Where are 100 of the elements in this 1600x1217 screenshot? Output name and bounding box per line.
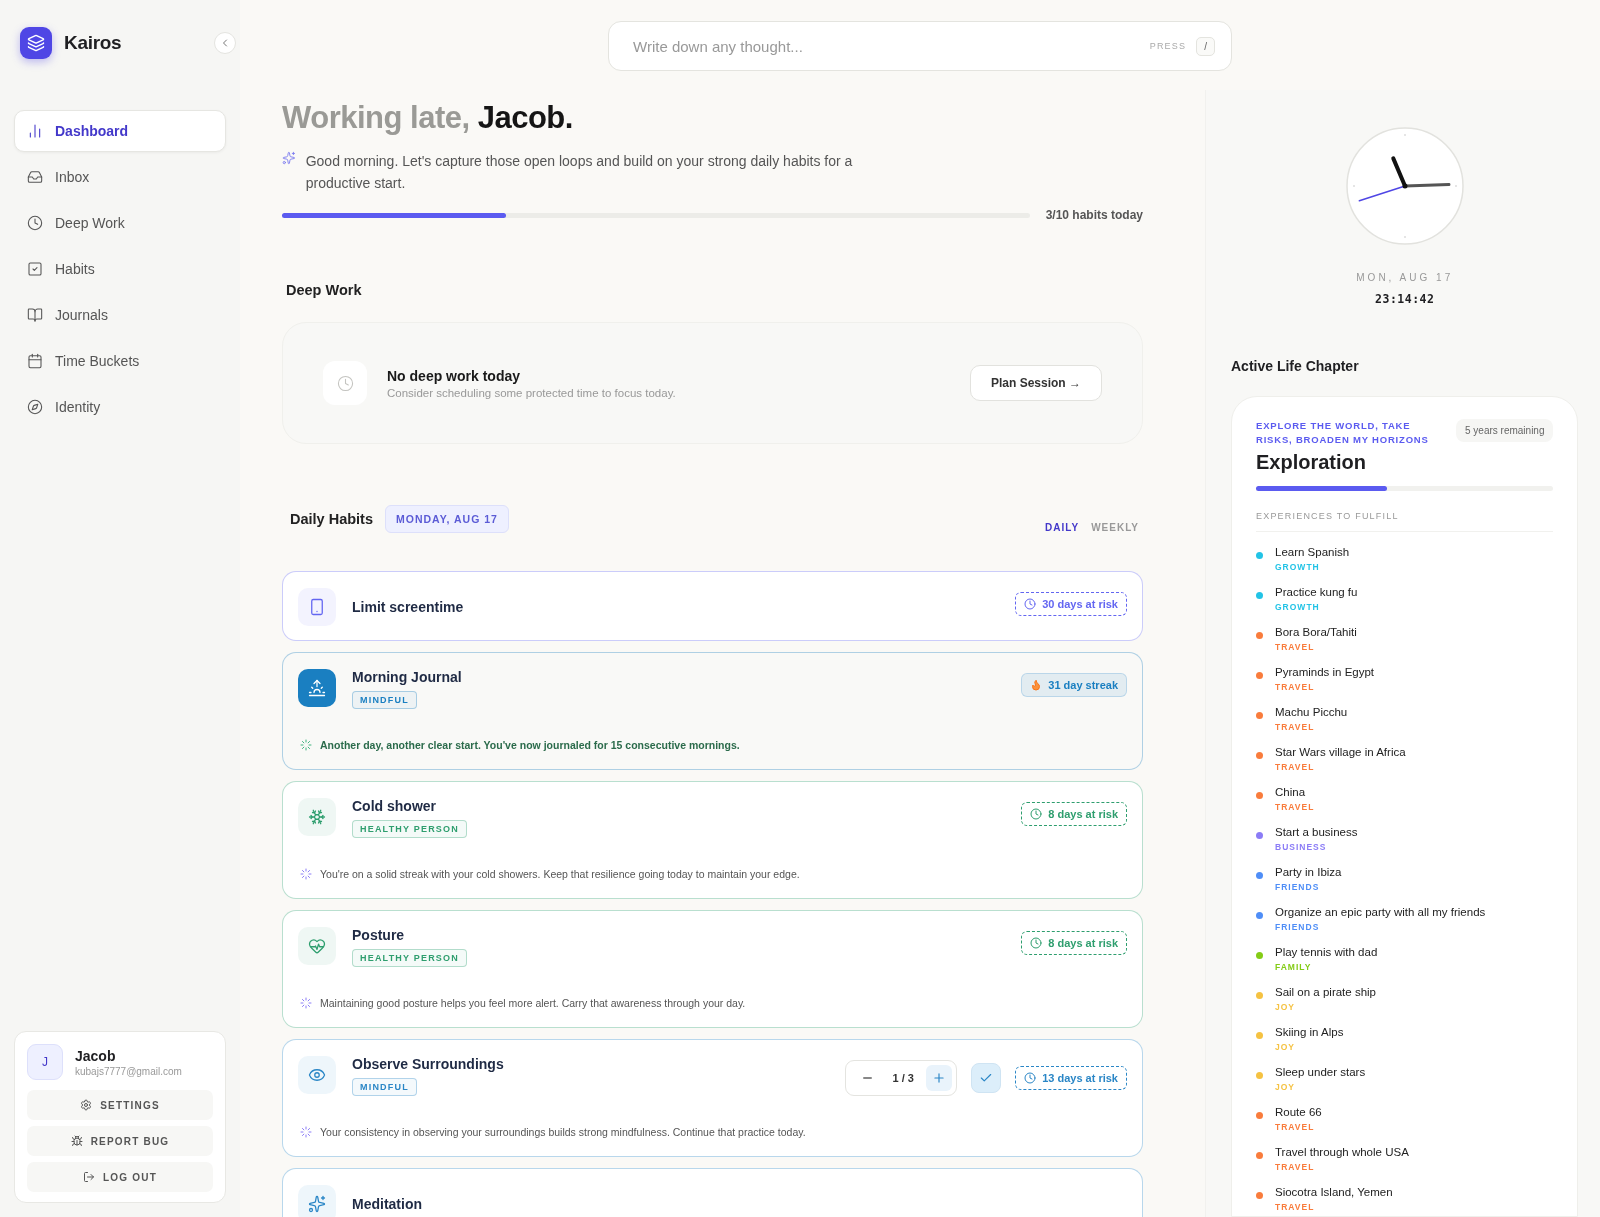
experience-name: China [1275, 786, 1307, 798]
view-tab[interactable]: DAILY [1045, 522, 1080, 533]
clock-time: 23:14:42 [1375, 292, 1435, 306]
experience-category: JOY [1275, 1082, 1296, 1092]
compass-icon [27, 399, 43, 415]
greeting-title: Working late, [282, 100, 470, 135]
habit-title: Meditation [352, 1196, 423, 1212]
sparkles-icon [282, 150, 296, 166]
habit-title: Observe Surroundings [352, 1056, 505, 1072]
experience-category: FRIENDS [1275, 882, 1321, 892]
check-icon [979, 1071, 994, 1085]
clock-icon [27, 215, 43, 231]
progress-label: 3/10 habits today [1045, 208, 1143, 222]
experience-category: GROWTH [1275, 602, 1321, 612]
clock-date: MON, AUG 17 [1356, 272, 1454, 283]
experience-category: FAMILY [1275, 962, 1313, 972]
spark-icon [300, 868, 312, 880]
experience-category: BUSINESS [1275, 842, 1328, 852]
experience-name: Machu Picchu [1275, 706, 1348, 718]
search-field[interactable]: Write down any thought... [631, 36, 1140, 56]
habit-note: Your consistency in observing your surroundings builds strong mindfulness. Continue that practice today. [320, 1126, 806, 1138]
experience-category: TRAVEL [1275, 1122, 1316, 1132]
experience-name: Travel through whole USA [1275, 1146, 1409, 1158]
spark-icon [300, 1126, 312, 1138]
date-chip: MONDAY, AUG 17 [385, 504, 509, 533]
app-name: Kairos [64, 32, 123, 54]
risk-badge: 8 days at risk [1021, 802, 1127, 826]
book-icon [27, 307, 43, 323]
experience-category: TRAVEL [1275, 802, 1315, 812]
habit-title: Limit screentime [352, 599, 465, 615]
experience-name: Learn Spanish [1275, 546, 1350, 558]
remaining-badge: 5 years remaining [1456, 419, 1554, 442]
experience-category: TRAVEL [1275, 762, 1316, 772]
logo-icon [20, 27, 52, 59]
logout-icon [83, 1171, 95, 1183]
inbox-icon [27, 169, 43, 185]
experience-name: Star Wars village in Africa [1275, 746, 1406, 758]
calendar-icon [27, 353, 43, 369]
chapter-title: Exploration [1256, 451, 1367, 474]
avatar: J [27, 1044, 63, 1080]
nav-item[interactable]: Deep Work [14, 202, 226, 244]
experience-category: GROWTH [1275, 562, 1321, 572]
experience-name: Pyraminds in Egypt [1275, 666, 1375, 678]
list-heading: EXPERIENCES TO FULFILL [1256, 511, 1554, 532]
experience-name: Siocotra Island, Yemen [1275, 1186, 1393, 1198]
nav-item[interactable]: Habits [14, 248, 226, 290]
user-name: Jacob [75, 1047, 117, 1064]
section-title: Daily Habits [290, 510, 373, 527]
chapter-theme: EXPLORE THE WORLD, TAKE RISKS, BROADEN MY HORIZONS [1256, 419, 1430, 447]
experience-name: Sail on a pirate ship [1275, 986, 1376, 998]
experience-category: JOY [1275, 1042, 1296, 1052]
habit-tag: HEALTHY PERSON [352, 820, 467, 838]
experience-category: TRAVEL [1275, 682, 1316, 692]
report-bug-button[interactable]: REPORT BUG [27, 1126, 213, 1156]
experience-name: Practice kung fu [1275, 586, 1358, 598]
spark-icon [300, 997, 312, 1009]
plus-icon [932, 1071, 947, 1085]
counter-value: 1 / 3 [891, 1072, 915, 1084]
bar-chart-icon [27, 123, 43, 139]
minus-icon [862, 1077, 872, 1079]
habit-title: Posture [352, 927, 406, 943]
search-bar[interactable]: Write down any thought... PRESS / [608, 21, 1232, 71]
experience-category: TRAVEL [1275, 642, 1316, 652]
greeting-message: Good morning. Let's capture those open loops and build on your strong daily habits for a productive start. [305, 152, 854, 193]
habit-tag: MINDFUL [352, 691, 417, 709]
empty-subtitle: Consider scheduling some protected time to focus today. [387, 386, 676, 399]
habit-note: Maintaining good posture helps you feel more alert. Carry that awareness through your day. [320, 997, 746, 1009]
habit-note: Another day, another clear start. You've now journaled for 15 consecutive mornings. [320, 739, 740, 751]
habit-title: Morning Journal [352, 669, 463, 685]
habit-tag: HEALTHY PERSON [352, 949, 467, 967]
check-button[interactable] [971, 1063, 1002, 1093]
experience-name: Sleep under stars [1275, 1066, 1366, 1078]
experience-category: JOY [1275, 1002, 1296, 1012]
risk-badge: 13 days at risk [1015, 1066, 1127, 1090]
empty-title: No deep work today [387, 367, 522, 384]
nav-item[interactable]: Dashboard [14, 110, 226, 152]
logout-button[interactable]: LOG OUT [27, 1162, 213, 1192]
nav-item[interactable]: Journals [14, 294, 226, 336]
user-name-title: Jacob. [477, 100, 573, 135]
section-title: Deep Work [286, 282, 363, 298]
nav-item[interactable]: Inbox [14, 156, 226, 198]
nav-item[interactable]: Identity [14, 386, 226, 428]
risk-badge: 8 days at risk [1021, 931, 1127, 955]
streak-badge: 31 day streak [1021, 673, 1127, 697]
risk-badge: 30 days at risk [1015, 592, 1127, 616]
shortcut-key: / [1196, 36, 1215, 56]
experience-name: Route 66 [1275, 1106, 1322, 1118]
plan-session-button[interactable]: Plan Session → [969, 365, 1102, 401]
experience-name: Skiing in Alps [1275, 1026, 1344, 1038]
plus-button[interactable] [926, 1065, 953, 1091]
nav-item[interactable]: Time Buckets [14, 340, 226, 382]
collapse-button[interactable] [214, 32, 236, 54]
experience-name: Organize an epic party with all my friends [1275, 906, 1486, 918]
clock-icon [323, 361, 367, 405]
settings-button[interactable]: SETTINGS [27, 1090, 213, 1120]
experience-category: TRAVEL [1275, 1202, 1316, 1212]
experience-name: Bora Bora/Tahiti [1275, 626, 1357, 638]
experience-name: Start a business [1275, 826, 1358, 838]
section-title: Active Life Chapter [1231, 358, 1359, 374]
press-hint: PRESS [1149, 41, 1187, 51]
